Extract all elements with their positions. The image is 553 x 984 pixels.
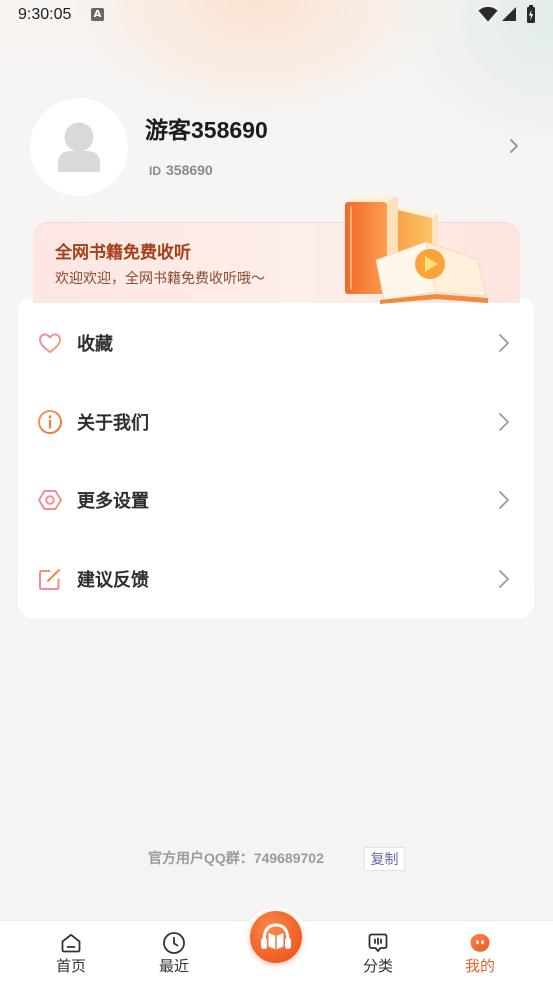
profile-blob-icon: [468, 931, 492, 955]
center-player-button[interactable]: [246, 907, 306, 967]
heart-icon: [37, 330, 63, 356]
chevron-right-icon: [498, 490, 510, 510]
banner-title: 全网书籍免费收听: [55, 243, 191, 262]
menu-list: 收藏 关于我们 更多设置 建议反馈: [18, 304, 534, 618]
menu-item-favorites[interactable]: 收藏: [18, 304, 534, 383]
avatar[interactable]: [30, 98, 128, 196]
category-icon: [366, 931, 390, 955]
qq-group-text: 官方用户QQ群：749689702: [148, 850, 324, 866]
clock-icon: [162, 931, 186, 955]
id-value: 358690: [166, 162, 213, 178]
chevron-right-icon: [498, 569, 510, 589]
edit-icon: [37, 566, 63, 592]
headphones-book-icon: [250, 911, 302, 963]
menu-card: 收藏 关于我们 更多设置 建议反馈: [18, 296, 534, 618]
tab-label: 我的: [464, 958, 495, 975]
tab-home[interactable]: 首页: [36, 921, 106, 984]
status-bar: 9:30:05 A: [0, 0, 553, 30]
a-notification-icon: A: [91, 8, 104, 21]
tab-mine[interactable]: 我的: [445, 921, 515, 984]
banner-subtitle: 欢迎欢迎，全网书籍免费收听哦～: [55, 270, 265, 286]
hexagon-settings-icon: [37, 487, 63, 513]
menu-item-about-us[interactable]: 关于我们: [18, 383, 534, 462]
tab-category[interactable]: 分类: [343, 921, 413, 984]
chevron-right-icon: [498, 412, 510, 432]
wifi-icon: [478, 6, 498, 27]
books-play-illustration: [340, 190, 490, 309]
status-time: 9:30:05: [18, 6, 72, 23]
home-icon: [59, 931, 83, 955]
center-player-button-face: [250, 911, 302, 963]
tab-label: 首页: [55, 958, 86, 975]
default-avatar-icon: [30, 98, 128, 196]
menu-item-label: 更多设置: [77, 491, 149, 512]
tab-label: 最近: [158, 958, 189, 975]
menu-item-more-settings[interactable]: 更多设置: [18, 461, 534, 540]
id-label: ID: [149, 164, 161, 178]
battery-charging-icon: [526, 5, 536, 28]
tab-label: 分类: [362, 958, 393, 975]
menu-item-label: 收藏: [77, 334, 113, 355]
profile-name[interactable]: 游客358690: [145, 114, 268, 146]
signal-icon: [502, 7, 516, 26]
info-icon: [37, 409, 63, 435]
chevron-right-icon: [498, 333, 510, 353]
menu-item-feedback[interactable]: 建议反馈: [18, 540, 534, 619]
profile-id: ID 358690: [149, 161, 213, 180]
tab-recent[interactable]: 最近: [139, 921, 209, 984]
menu-item-label: 关于我们: [77, 412, 149, 433]
copy-button[interactable]: 复制: [364, 847, 405, 871]
chevron-right-icon[interactable]: [509, 138, 519, 159]
menu-item-label: 建议反馈: [77, 569, 149, 590]
